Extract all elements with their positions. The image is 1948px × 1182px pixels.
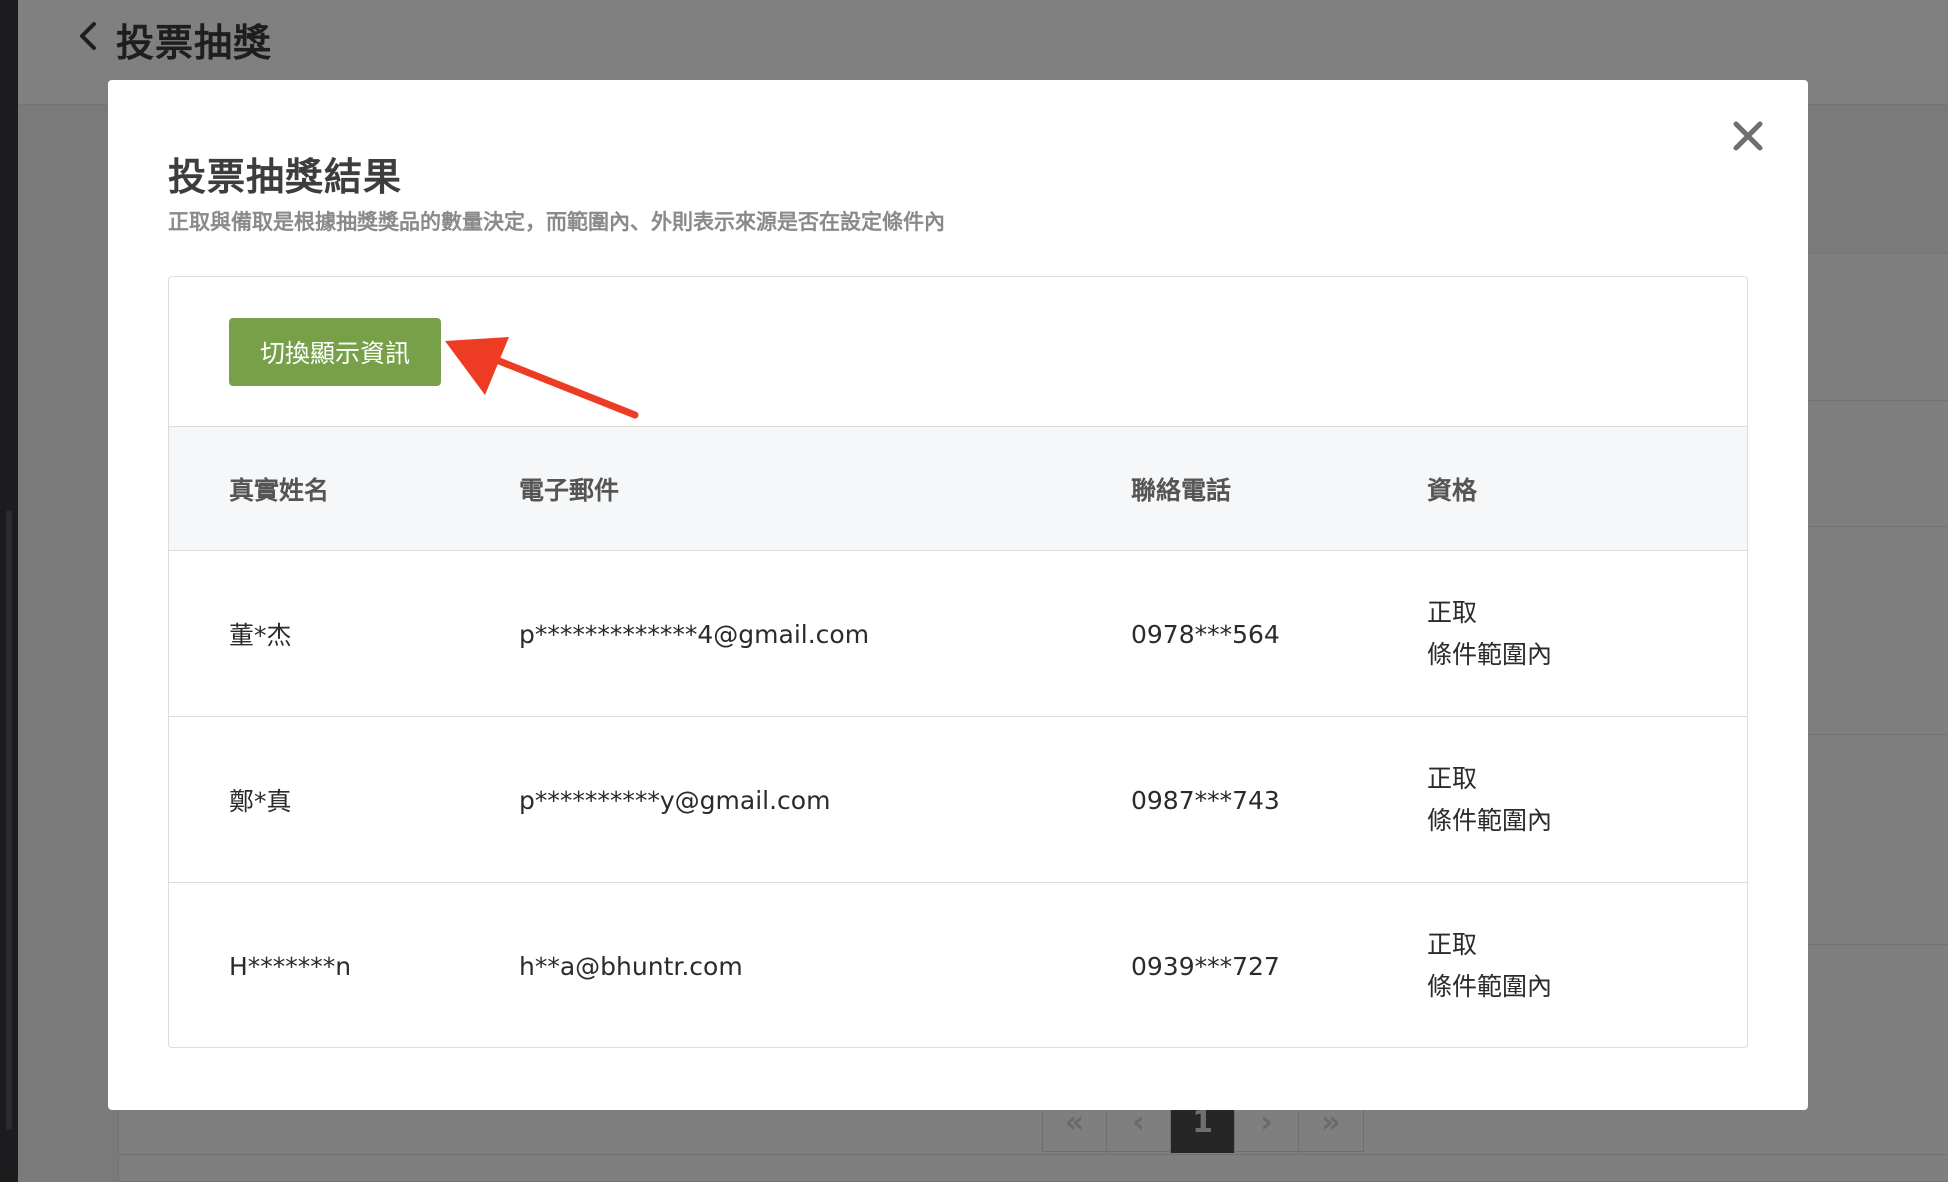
- column-header-name: 真實姓名: [229, 476, 330, 505]
- back-chevron-icon[interactable]: [74, 18, 102, 54]
- cell-name: 鄭*真: [229, 787, 292, 816]
- page-title: 投票抽獎: [116, 21, 273, 65]
- table-row: H*******n h**a@bhuntr.com 0939***727 正取 …: [169, 883, 1747, 1047]
- cell-phone: 0978***564: [1131, 619, 1280, 649]
- column-header-phone: 聯絡電話: [1131, 476, 1232, 505]
- close-icon[interactable]: [1730, 118, 1766, 154]
- table-row: 董*杰 p*************4@gmail.com 0978***564…: [169, 551, 1747, 717]
- cell-name: H*******n: [229, 951, 352, 981]
- qualification-scope: 條件範圍內: [1427, 806, 1553, 835]
- toggle-display-info-button[interactable]: 切換顯示資訊: [229, 318, 441, 386]
- result-toolbar: 切換顯示資訊: [169, 277, 1747, 427]
- table-row: 鄭*真 p**********y@gmail.com 0987***743 正取…: [169, 717, 1747, 883]
- table-header: 真實姓名 電子郵件 聯絡電話 資格: [169, 427, 1747, 551]
- modal-title: 投票抽獎結果: [168, 155, 403, 199]
- cell-email: h**a@bhuntr.com: [519, 951, 743, 981]
- cell-qualification: 正取 條件範圍內: [1427, 883, 1553, 1047]
- cell-name: 董*杰: [229, 621, 292, 650]
- modal-subtitle: 正取與備取是根據抽獎獎品的數量決定，而範圍內、外則表示來源是否在設定條件內: [168, 210, 945, 234]
- cell-email: p*************4@gmail.com: [519, 619, 870, 649]
- cell-phone: 0939***727: [1131, 951, 1280, 981]
- cell-qualification: 正取 條件範圍內: [1427, 717, 1552, 883]
- background-row-divider: [119, 1154, 1948, 1155]
- left-rail: [0, 0, 18, 1182]
- annotation-arrow-icon: [445, 337, 639, 419]
- column-header-email: 電子郵件: [519, 476, 620, 505]
- draw-result-modal: 投票抽獎結果 正取與備取是根據抽獎獎品的數量決定，而範圍內、外則表示來源是否在設…: [108, 80, 1808, 1110]
- cell-email: p**********y@gmail.com: [519, 785, 831, 815]
- result-panel: 切換顯示資訊 真實姓名 電子郵件 聯絡電話 資格 董*杰 p**********…: [168, 276, 1748, 1048]
- cell-qualification: 正取 條件範圍內: [1427, 551, 1552, 717]
- qualification-scope: 條件範圍內: [1427, 972, 1553, 1001]
- scrollbar-track: [6, 510, 12, 1130]
- qualification-status: 正取: [1427, 764, 1478, 793]
- qualification-status: 正取: [1427, 598, 1478, 627]
- cell-phone: 0987***743: [1131, 785, 1280, 815]
- qualification-status: 正取: [1427, 930, 1478, 959]
- qualification-scope: 條件範圍內: [1427, 640, 1553, 669]
- column-header-qualification: 資格: [1427, 476, 1478, 505]
